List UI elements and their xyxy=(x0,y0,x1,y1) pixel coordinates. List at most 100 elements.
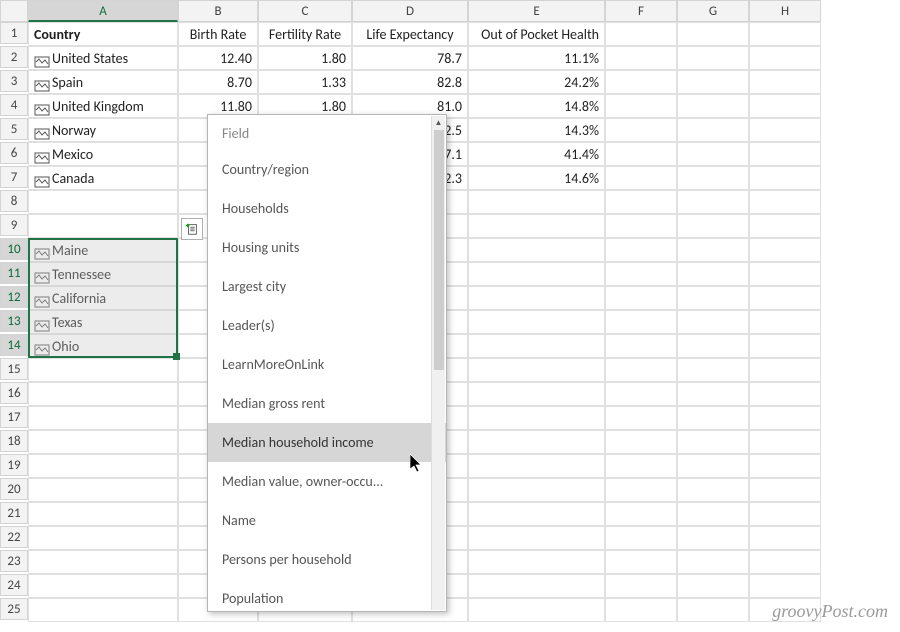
cell-F6[interactable] xyxy=(605,142,677,166)
cell-B1[interactable]: Birth Rate xyxy=(178,22,258,46)
cell-A3[interactable]: Spain xyxy=(28,70,178,94)
row-header-25[interactable]: 25 xyxy=(0,598,28,620)
cell-E6[interactable]: 41.4% xyxy=(468,142,605,166)
field-item[interactable]: Persons per household xyxy=(208,540,446,579)
row-header-2[interactable]: 2 xyxy=(0,46,28,68)
cell-E3[interactable]: 24.2% xyxy=(468,70,605,94)
cell-A12[interactable]: California xyxy=(28,286,178,310)
col-header-E[interactable]: E xyxy=(468,0,605,22)
cell-B3[interactable]: 8.70 xyxy=(178,70,258,94)
row-header-8[interactable]: 8 xyxy=(0,190,28,212)
field-item[interactable]: Country/region xyxy=(208,150,446,189)
field-item[interactable]: Median household income xyxy=(208,423,446,462)
cell-A6[interactable]: Mexico xyxy=(28,142,178,166)
cell-A11[interactable]: Tennessee xyxy=(28,262,178,286)
field-item[interactable]: Housing units xyxy=(208,228,446,267)
cell-F3[interactable] xyxy=(605,70,677,94)
row-header-13[interactable]: 13 xyxy=(0,310,28,332)
cell-H7[interactable] xyxy=(749,166,821,190)
cell-E4[interactable]: 14.8% xyxy=(468,94,605,118)
dropdown-scrollbar[interactable]: ▲ xyxy=(431,116,445,610)
col-header-D[interactable]: D xyxy=(352,0,468,22)
row-header-19[interactable]: 19 xyxy=(0,454,28,476)
cell-G7[interactable] xyxy=(677,166,749,190)
cell-E1[interactable]: Out of Pocket Health xyxy=(468,22,605,46)
row-header-5[interactable]: 5 xyxy=(0,118,28,140)
cell-A4[interactable]: United Kingdom xyxy=(28,94,178,118)
field-item[interactable]: Median value, owner-occu... xyxy=(208,462,446,501)
cell-A10[interactable]: Maine xyxy=(28,238,178,262)
col-header-A[interactable]: A xyxy=(28,0,178,22)
cell-A14[interactable]: Ohio xyxy=(28,334,178,358)
cell-D1[interactable]: Life Expectancy xyxy=(352,22,468,46)
row-header-6[interactable]: 6 xyxy=(0,142,28,164)
row-header-21[interactable]: 21 xyxy=(0,502,28,524)
cell-H5[interactable] xyxy=(749,118,821,142)
row-header-18[interactable]: 18 xyxy=(0,430,28,452)
field-item[interactable]: Name xyxy=(208,501,446,540)
cell-F7[interactable] xyxy=(605,166,677,190)
cell-A7[interactable]: Canada xyxy=(28,166,178,190)
row-header-11[interactable]: 11 xyxy=(0,262,28,284)
cell-H2[interactable] xyxy=(749,46,821,70)
field-item[interactable]: LearnMoreOnLink xyxy=(208,345,446,384)
cell-D2[interactable]: 78.7 xyxy=(352,46,468,70)
cell-G2[interactable] xyxy=(677,46,749,70)
cell-C1[interactable]: Fertility Rate xyxy=(258,22,352,46)
insert-data-button[interactable] xyxy=(181,218,203,240)
cell-D3[interactable]: 82.8 xyxy=(352,70,468,94)
row-header-7[interactable]: 7 xyxy=(0,166,28,188)
cell-F2[interactable] xyxy=(605,46,677,70)
cell-G5[interactable] xyxy=(677,118,749,142)
cell-E5[interactable]: 14.3% xyxy=(468,118,605,142)
row-header-10[interactable]: 10 xyxy=(0,238,28,260)
row-header-1[interactable]: 1 xyxy=(0,22,28,44)
col-header-G[interactable]: G xyxy=(677,0,749,22)
cell-E2[interactable]: 11.1% xyxy=(468,46,605,70)
cell-G6[interactable] xyxy=(677,142,749,166)
cell-H6[interactable] xyxy=(749,142,821,166)
field-item[interactable]: Population xyxy=(208,579,446,612)
cell-F4[interactable] xyxy=(605,94,677,118)
col-header-C[interactable]: C xyxy=(258,0,352,22)
col-header-B[interactable]: B xyxy=(178,0,258,22)
spreadsheet-grid[interactable]: A B C D E F G H 1 Country Birth Rate Fer… xyxy=(0,0,900,622)
cell-C3[interactable]: 1.33 xyxy=(258,70,352,94)
select-all-corner[interactable] xyxy=(0,0,28,22)
row-header-14[interactable]: 14 xyxy=(0,334,28,356)
col-header-F[interactable]: F xyxy=(605,0,677,22)
cell-A8[interactable] xyxy=(28,190,178,214)
cell-H4[interactable] xyxy=(749,94,821,118)
row-header-22[interactable]: 22 xyxy=(0,526,28,548)
row-header-24[interactable]: 24 xyxy=(0,574,28,596)
cell-G1[interactable] xyxy=(677,22,749,46)
cell-A13[interactable]: Texas xyxy=(28,310,178,334)
cell-F1[interactable] xyxy=(605,22,677,46)
row-header-3[interactable]: 3 xyxy=(0,70,28,92)
row-header-17[interactable]: 17 xyxy=(0,406,28,428)
cell-H3[interactable] xyxy=(749,70,821,94)
field-item[interactable]: Households xyxy=(208,189,446,228)
col-header-H[interactable]: H xyxy=(749,0,821,22)
field-picker-dropdown[interactable]: Field Country/region Households Housing … xyxy=(207,114,447,612)
row-header-15[interactable]: 15 xyxy=(0,358,28,380)
row-header-16[interactable]: 16 xyxy=(0,382,28,404)
cell-A2[interactable]: United States xyxy=(28,46,178,70)
scrollbar-thumb[interactable] xyxy=(434,130,444,370)
cell-A1[interactable]: Country xyxy=(28,22,178,46)
cell-G3[interactable] xyxy=(677,70,749,94)
field-item[interactable]: Median gross rent xyxy=(208,384,446,423)
field-item[interactable]: Leader(s) xyxy=(208,306,446,345)
cell-B2[interactable]: 12.40 xyxy=(178,46,258,70)
cell-C2[interactable]: 1.80 xyxy=(258,46,352,70)
cell-A5[interactable]: Norway xyxy=(28,118,178,142)
row-header-9[interactable]: 9 xyxy=(0,214,28,236)
row-header-23[interactable]: 23 xyxy=(0,550,28,572)
scrollbar-up-arrow-icon[interactable]: ▲ xyxy=(432,116,445,130)
field-item[interactable]: Largest city xyxy=(208,267,446,306)
cell-A9[interactable] xyxy=(28,214,178,238)
cell-G4[interactable] xyxy=(677,94,749,118)
row-header-4[interactable]: 4 xyxy=(0,94,28,116)
cell-H1[interactable] xyxy=(749,22,821,46)
cell-F5[interactable] xyxy=(605,118,677,142)
